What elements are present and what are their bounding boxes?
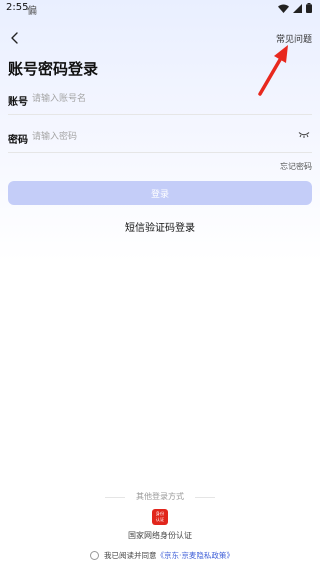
gov-identity-icon[interactable]: 身份 认证 [152, 509, 168, 525]
account-input[interactable] [32, 90, 272, 108]
password-row: 密码 [8, 124, 312, 153]
agreement-checkbox[interactable] [90, 550, 99, 560]
divider-line-right [195, 497, 215, 498]
page-title: 账号密码登录 [8, 60, 99, 78]
status-time: 2:55 [6, 2, 29, 13]
password-input[interactable] [32, 128, 272, 146]
other-login-divider: 其他登录方式 [105, 491, 215, 503]
privacy-policy-link[interactable]: 《京东·京麦隐私政策》 [157, 550, 234, 561]
account-row: 账号 [8, 86, 312, 115]
gov-identity-label[interactable]: 国家网络身份认证 [0, 530, 320, 541]
signal-icon [293, 3, 302, 13]
status-app-badge: 偏 [27, 6, 37, 17]
wifi-icon [278, 4, 289, 13]
status-bar: 2:55 偏 [0, 0, 320, 17]
chevron-left-icon [11, 32, 18, 44]
battery-icon [306, 3, 312, 13]
agreement-text: 我已阅读并同意 [104, 550, 157, 560]
sms-login-link[interactable]: 短信验证码登录 [0, 219, 320, 234]
account-label: 账号 [8, 97, 28, 108]
eye-closed-icon[interactable] [298, 131, 310, 138]
password-label: 密码 [8, 135, 28, 146]
status-icons [278, 3, 312, 13]
back-button[interactable] [8, 30, 22, 46]
agreement-row: 我已阅读并同意 《京东·京麦隐私政策》 [90, 549, 234, 561]
forgot-password-link[interactable]: 忘记密码 [280, 161, 312, 172]
login-button[interactable]: 登录 [8, 181, 312, 205]
